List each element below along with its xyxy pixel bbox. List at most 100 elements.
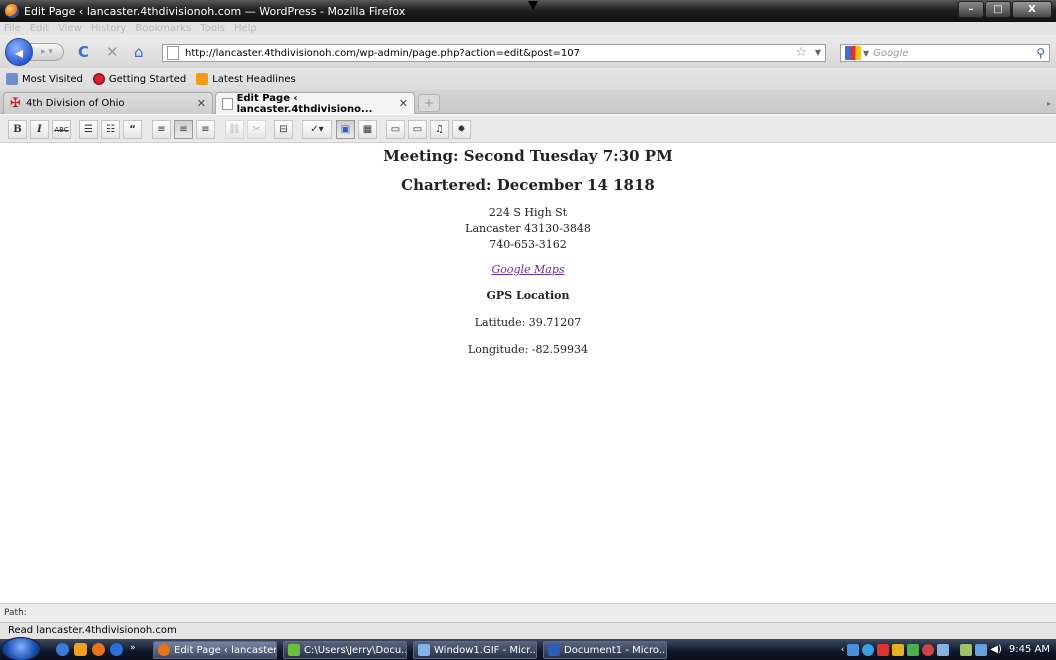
bookmark-getting-started[interactable]: Getting Started (92, 73, 187, 85)
editor-content[interactable]: Meeting: Second Tuesday 7:30 PM Chartere… (0, 143, 1056, 603)
meeting-heading: Meeting: Second Tuesday 7:30 PM (383, 147, 673, 165)
taskbar-button-label: Window1.GIF - Micr... (434, 644, 537, 656)
add-audio-button[interactable]: ♫ (430, 120, 449, 139)
bookmark-most-visited[interactable]: Most Visited (6, 73, 83, 85)
menu-history[interactable]: History (91, 23, 127, 34)
maximize-button[interactable]: □ (985, 1, 1011, 18)
address-line-1: 224 S High St (488, 206, 568, 219)
menu-bookmarks[interactable]: Bookmarks (135, 23, 191, 34)
close-window-button[interactable]: X (1012, 1, 1052, 18)
tray-app-icon[interactable] (847, 643, 860, 656)
menu-view[interactable]: View (58, 23, 82, 34)
clock[interactable]: 9:45 AM (1009, 644, 1050, 655)
unlink-button[interactable]: ✂ (247, 120, 266, 139)
search-bar[interactable]: ▼ Google ⚲ (840, 44, 1050, 62)
monitor-icon[interactable] (975, 643, 988, 656)
ordered-list-button[interactable]: ☷ (101, 120, 120, 139)
google-maps-link[interactable]: Google Maps (491, 263, 564, 276)
taskbar-button-paint[interactable]: Window1.GIF - Micr... (413, 641, 537, 659)
insert-more-tag-button[interactable]: ⊟ (274, 120, 293, 139)
firefox-icon (5, 4, 19, 18)
show-desktop-icon[interactable] (56, 643, 69, 656)
search-icon[interactable]: ⚲ (1036, 46, 1045, 60)
add-media-button[interactable]: ✹ (452, 120, 471, 139)
ie-icon[interactable] (110, 643, 123, 656)
align-left-button[interactable]: ≡ (152, 120, 171, 139)
search-engine-dropdown-icon[interactable]: ▼ (863, 49, 869, 58)
navigation-toolbar: ▸ ▾ ◂ C ✕ ⌂ http://lancaster.4thdivision… (0, 35, 1056, 68)
volume-icon[interactable]: ◀) (990, 644, 1002, 655)
bookmark-star-icon[interactable]: ☆ (795, 45, 807, 60)
home-icon[interactable]: ⌂ (134, 45, 144, 60)
phone-number: 740-653-3162 (489, 238, 567, 251)
start-button[interactable] (1, 637, 41, 660)
windows-taskbar: » Edit Page ‹ lancaster... C:\Users\Jerr… (0, 637, 1056, 660)
tab-4th-division[interactable]: ✠ 4th Division of Ohio ✕ (3, 92, 213, 114)
align-right-button[interactable]: ≡ (196, 120, 215, 139)
window-controls: – □ X (958, 1, 1052, 18)
url-dropdown-icon[interactable]: ▼ (815, 48, 821, 57)
fullscreen-button[interactable]: ▣ (336, 120, 355, 139)
explorer-icon[interactable] (74, 643, 87, 656)
add-video-button[interactable]: ▭ (408, 120, 427, 139)
reload-icon[interactable]: C (78, 45, 89, 60)
tray-app-icon[interactable] (922, 643, 935, 656)
bookmark-label: Getting Started (108, 73, 187, 85)
bookmark-label: Latest Headlines (212, 73, 296, 85)
insert-link-button[interactable]: ⛓ (225, 120, 244, 139)
close-tab-icon[interactable]: ✕ (399, 97, 408, 110)
tray-app-icon[interactable] (892, 643, 905, 656)
taskbar-button-firefox[interactable]: Edit Page ‹ lancaster... (153, 641, 277, 659)
url-bar[interactable]: http://lancaster.4thdivisionoh.com/wp-ad… (162, 44, 826, 62)
blockquote-button[interactable]: “ (123, 120, 142, 139)
taskbar-button-label: Document1 - Micro... (564, 644, 667, 656)
tray-app-icon[interactable] (877, 643, 890, 656)
url-text[interactable]: http://lancaster.4thdivisionoh.com/wp-ad… (185, 48, 580, 59)
bookmark-latest-headlines[interactable]: Latest Headlines (196, 73, 296, 85)
network-icon[interactable] (960, 643, 973, 656)
bookmark-label: Most Visited (22, 73, 83, 85)
taskbar-button-word[interactable]: Document1 - Micro... (543, 641, 667, 659)
google-icon[interactable] (845, 46, 861, 60)
getting-started-icon (92, 73, 105, 85)
strikethrough-button[interactable]: ABC (52, 120, 71, 139)
editor-path-bar: Path: (0, 603, 1056, 622)
tab-list-icon[interactable]: ▸ (1043, 94, 1055, 112)
path-label: Path: (4, 608, 27, 618)
forward-button[interactable]: ▸ ▾ (30, 43, 64, 61)
add-image-button[interactable]: ▭ (386, 120, 405, 139)
taskbar-button-folder[interactable]: C:\Users\Jerry\Docu... (283, 641, 407, 659)
italic-button[interactable]: I (30, 120, 49, 139)
firefox-quicklaunch-icon[interactable] (92, 643, 105, 656)
search-placeholder[interactable]: Google (873, 48, 908, 59)
tray-app-icon[interactable] (937, 643, 950, 656)
align-center-button[interactable]: ≡ (174, 120, 193, 139)
back-button[interactable]: ◂ (5, 38, 33, 66)
unordered-list-button[interactable]: ☰ (79, 120, 98, 139)
tab-edit-page[interactable]: Edit Page ‹ lancaster.4thdivisiono... ✕ (215, 92, 415, 115)
taskbar-button-label: Edit Page ‹ lancaster... (174, 644, 277, 656)
address-line-2: Lancaster 43130-3848 (465, 222, 591, 235)
menubar: File Edit View History Bookmarks Tools H… (0, 22, 1056, 35)
menu-edit[interactable]: Edit (30, 23, 49, 34)
kitchen-sink-button[interactable]: ▦ (358, 120, 377, 139)
stop-icon[interactable]: ✕ (106, 45, 119, 60)
menu-file[interactable]: File (4, 23, 21, 34)
tray-app-icon[interactable] (907, 643, 920, 656)
menu-help[interactable]: Help (234, 23, 257, 34)
bookmarks-toolbar: Most Visited Getting Started Latest Head… (0, 68, 1056, 90)
folder-icon (288, 644, 300, 656)
rss-feed-icon (196, 73, 209, 85)
close-tab-icon[interactable]: ✕ (197, 97, 206, 110)
bold-button[interactable]: B (8, 120, 27, 139)
tray-app-icon[interactable] (862, 643, 875, 656)
tab-strip: ✠ 4th Division of Ohio ✕ Edit Page ‹ lan… (0, 90, 1056, 115)
most-visited-icon (6, 73, 18, 85)
quicklaunch-more-icon[interactable]: » (130, 643, 143, 656)
minimize-button[interactable]: – (958, 1, 984, 18)
menu-tools[interactable]: Tools (200, 23, 225, 34)
tray-expand-icon[interactable]: ‹ (841, 645, 845, 655)
spellcheck-button[interactable]: ✓▾ (302, 120, 332, 139)
status-text: Read lancaster.4thdivisionoh.com (8, 625, 177, 636)
new-tab-button[interactable]: + (418, 94, 440, 112)
